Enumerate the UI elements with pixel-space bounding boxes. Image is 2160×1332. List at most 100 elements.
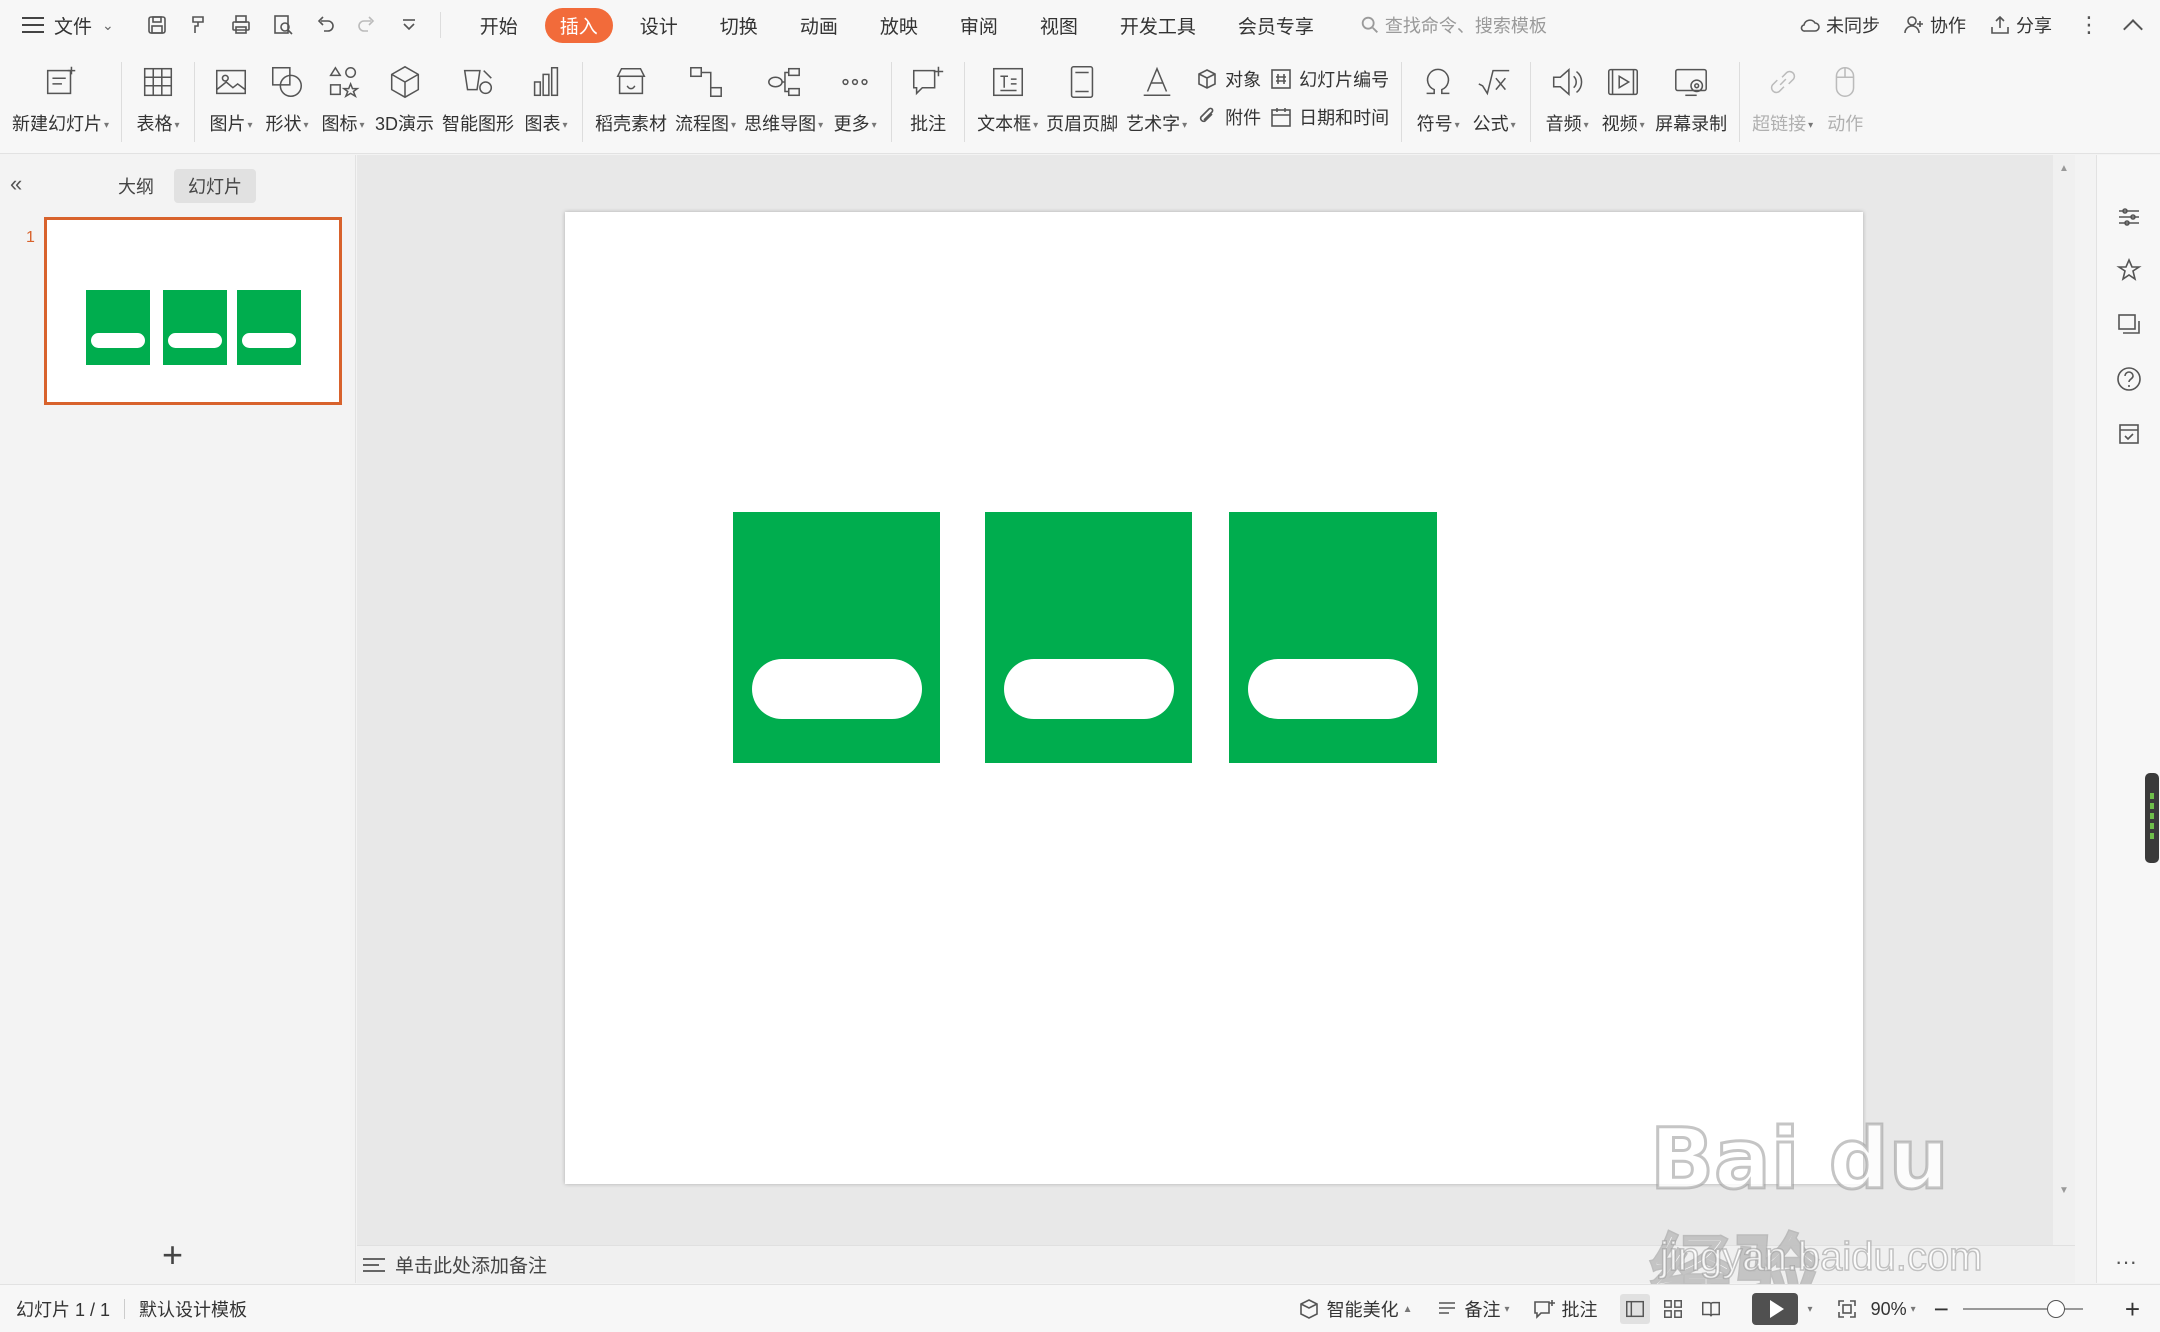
comment-button[interactable]: 批注	[904, 50, 952, 136]
transition-icon[interactable]	[2115, 311, 2143, 339]
white-rounded-pill-3[interactable]	[1248, 659, 1418, 719]
file-menu-label: 文件	[54, 16, 93, 38]
icon-button[interactable]: 图标 ▾	[319, 50, 367, 136]
tab-outline[interactable]: 大纲	[104, 169, 168, 203]
chart-button[interactable]: 图表 ▾	[522, 50, 570, 136]
thumbnail-pill	[168, 333, 222, 348]
add-slide-icon[interactable]: +	[162, 1237, 183, 1273]
collaborate-button[interactable]: 协作	[1902, 12, 1966, 38]
zoom-out-button[interactable]: −	[1934, 1296, 1949, 1322]
vertical-scrollbar[interactable]: ▲ ▼	[2053, 155, 2075, 1245]
fit-window-button[interactable]	[1835, 1297, 1865, 1321]
slide-number-button[interactable]: 幻灯片编号	[1269, 60, 1389, 98]
notes-lines-icon	[1438, 1302, 1455, 1314]
undo-icon[interactable]	[312, 12, 338, 38]
audio-button[interactable]: 音频 ▾	[1543, 50, 1591, 136]
screen-record-button[interactable]: 屏幕录制	[1655, 50, 1727, 136]
sync-label: 未同步	[1826, 16, 1880, 36]
collapse-ribbon-icon[interactable]	[2123, 19, 2143, 39]
tab-developer[interactable]: 开发工具	[1105, 8, 1211, 43]
slide-thumbnail[interactable]	[44, 217, 342, 405]
sorter-view-button[interactable]	[1658, 1294, 1688, 1324]
redo-icon[interactable]	[354, 12, 380, 38]
play-options-dropdown[interactable]: ▾	[1804, 1304, 1813, 1315]
hyperlink-button[interactable]: 超链接 ▾	[1752, 50, 1813, 136]
tab-design[interactable]: 设计	[625, 8, 693, 43]
reading-view-button[interactable]	[1696, 1294, 1726, 1324]
video-button[interactable]: 视频 ▾	[1599, 50, 1647, 136]
smart-graphic-button[interactable]: 智能图形	[442, 50, 514, 136]
tab-home[interactable]: 开始	[465, 8, 533, 43]
zoom-in-button[interactable]: +	[2125, 1296, 2140, 1322]
flowchart-button[interactable]: 流程图 ▾	[675, 50, 736, 136]
zoom-level-dropdown[interactable]: 90% ▾	[1871, 1299, 1916, 1320]
green-card-1[interactable]	[733, 512, 940, 763]
zoom-slider[interactable]	[1962, 1300, 2083, 1318]
template-name[interactable]: 默认设计模板	[139, 1296, 247, 1322]
notes-bar[interactable]: 单击此处添加备注	[357, 1245, 2075, 1283]
slide-panel: « 大纲 幻灯片 1 +	[0, 155, 356, 1283]
smart-beautify-button[interactable]: 智能美化 ▲	[1297, 1296, 1413, 1322]
format-painter-icon[interactable]	[186, 12, 212, 38]
print-preview-icon[interactable]	[270, 12, 296, 38]
mindmap-icon	[760, 58, 808, 106]
file-menu-button[interactable]: 文件 ⌄	[22, 12, 114, 39]
normal-view-button[interactable]	[1619, 1294, 1650, 1324]
separator	[1401, 62, 1403, 142]
mindmap-button[interactable]: 思维导图 ▾	[744, 50, 823, 136]
scroll-down-icon[interactable]: ▼	[2059, 1185, 2069, 1196]
wordart-button[interactable]: 艺术字 ▾	[1126, 50, 1187, 136]
formula-button[interactable]: 公式 ▾	[1470, 50, 1518, 136]
textbox-button[interactable]: 文本框 ▾	[977, 50, 1038, 136]
3d-demo-button[interactable]: 3D演示	[375, 50, 434, 136]
help-icon[interactable]	[2115, 365, 2143, 393]
slide-canvas[interactable]	[565, 212, 1863, 1184]
sync-button[interactable]: 未同步	[1798, 12, 1880, 38]
white-rounded-pill-2[interactable]	[1004, 659, 1174, 719]
zoom-slider-thumb[interactable]	[2046, 1300, 2065, 1318]
tab-view[interactable]: 视图	[1025, 8, 1093, 43]
object-button[interactable]: 对象	[1195, 60, 1261, 98]
more-options-icon[interactable]: ···	[2115, 1249, 2137, 1275]
separator	[1739, 62, 1741, 142]
daoke-material-button[interactable]: 稻壳素材	[595, 50, 667, 136]
white-rounded-pill-1[interactable]	[752, 659, 922, 719]
omega-icon	[1414, 58, 1462, 106]
tab-slides[interactable]: 幻灯片	[174, 169, 256, 203]
tab-slideshow[interactable]: 放映	[865, 8, 933, 43]
save-icon[interactable]	[144, 12, 170, 38]
tab-animations[interactable]: 动画	[785, 8, 853, 43]
share-button[interactable]: 分享	[1988, 12, 2052, 38]
tab-review[interactable]: 审阅	[945, 8, 1013, 43]
action-button[interactable]: 动作	[1821, 50, 1869, 136]
backup-icon[interactable]	[2115, 419, 2143, 447]
picture-button[interactable]: 图片 ▾	[207, 50, 255, 136]
collapse-panel-icon[interactable]: «	[10, 171, 22, 197]
attachment-button[interactable]: 附件	[1195, 98, 1261, 136]
date-time-button[interactable]: 日期和时间	[1269, 98, 1389, 136]
customize-toolbar-icon[interactable]	[396, 12, 422, 38]
play-slideshow-button[interactable]	[1751, 1293, 1798, 1325]
header-footer-button[interactable]: 页眉页脚	[1046, 50, 1118, 136]
tab-insert[interactable]: 插入	[544, 7, 613, 43]
more-options-icon[interactable]: ⋮	[2078, 12, 2100, 38]
comment-add-icon	[904, 58, 952, 106]
tab-transitions[interactable]: 切换	[705, 8, 773, 43]
comment-toggle-button[interactable]: 批注	[1532, 1296, 1598, 1322]
scroll-up-icon[interactable]: ▲	[2059, 163, 2069, 174]
symbol-button[interactable]: 符号 ▾	[1414, 50, 1462, 136]
animation-star-icon[interactable]	[2115, 257, 2143, 285]
table-button[interactable]: 表格 ▾	[134, 50, 182, 136]
more-button[interactable]: 更多 ▾	[831, 50, 879, 136]
print-icon[interactable]	[228, 12, 254, 38]
separator	[582, 62, 584, 142]
side-handle[interactable]	[2145, 773, 2159, 863]
properties-icon[interactable]	[2115, 203, 2143, 231]
shape-button[interactable]: 形状 ▾	[263, 50, 311, 136]
new-slide-button[interactable]: 新建幻灯片 ▾	[12, 50, 109, 136]
notes-toggle-button[interactable]: 备注 ▾	[1435, 1296, 1510, 1322]
tab-member[interactable]: 会员专享	[1223, 8, 1329, 43]
command-search[interactable]: 查找命令、搜索模板	[1359, 12, 1547, 38]
green-card-2[interactable]	[985, 512, 1192, 763]
green-card-3[interactable]	[1229, 512, 1437, 763]
